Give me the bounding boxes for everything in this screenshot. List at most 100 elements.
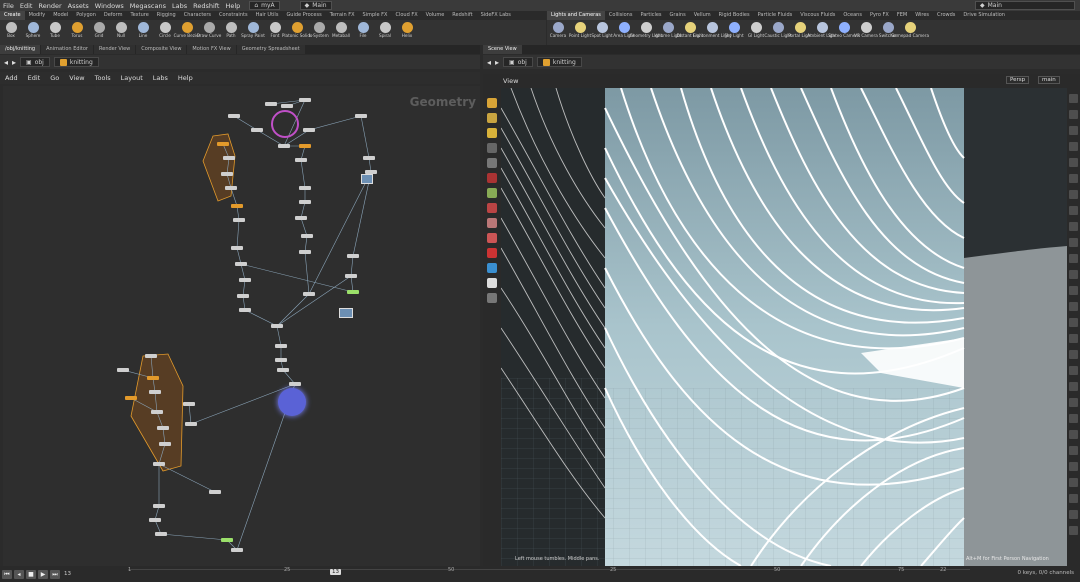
shelf-tab[interactable]: Simple FX	[359, 11, 392, 20]
pane-tab[interactable]: /obj/knitting	[0, 45, 41, 54]
shelf-tool-spiral[interactable]: Spiral	[374, 20, 396, 45]
viewport-tool-icon[interactable]	[487, 113, 497, 123]
network-node[interactable]	[355, 114, 367, 118]
menu-megascans[interactable]: Megascans	[127, 2, 169, 10]
viewport-tool-icon[interactable]	[487, 143, 497, 153]
frame-field[interactable]: 13	[64, 571, 71, 577]
desktop-selector[interactable]: ◆ Main	[299, 1, 332, 10]
shelf-tool-environment-light[interactable]: Environment Light	[693, 20, 731, 45]
network-node[interactable]	[221, 172, 233, 176]
network-editor[interactable]: Geometry	[3, 86, 480, 566]
display-option-icon[interactable]	[1069, 382, 1078, 391]
shelf-tool-gamepad-camera[interactable]: Gamepad Camera	[891, 20, 929, 45]
menu-edit[interactable]: Edit	[17, 2, 36, 10]
display-option-icon[interactable]	[1069, 350, 1078, 359]
shelf-tab[interactable]: Redshift	[448, 11, 476, 20]
network-node[interactable]	[271, 324, 283, 328]
display-option-icon[interactable]	[1069, 446, 1078, 455]
shelf-tab[interactable]: Rigging	[153, 11, 180, 20]
network-node[interactable]	[233, 218, 245, 222]
network-menu-add[interactable]: Add	[0, 74, 23, 82]
path-segment-knitting[interactable]: knitting	[536, 57, 582, 67]
shelf-tab[interactable]: Grains	[666, 11, 690, 20]
network-node[interactable]	[235, 262, 247, 266]
network-node[interactable]	[299, 250, 311, 254]
image-node-thumbnail[interactable]	[361, 174, 373, 184]
shelf-tab[interactable]: Deform	[100, 11, 127, 20]
network-menu-layout[interactable]: Layout	[116, 74, 148, 82]
current-frame-marker[interactable]: 13	[330, 569, 341, 575]
display-option-icon[interactable]	[1069, 206, 1078, 215]
shelf-tool-file[interactable]: File	[352, 20, 374, 45]
shelf-tab[interactable]: Polygon	[72, 11, 100, 20]
network-node[interactable]	[301, 234, 313, 238]
network-node[interactable]	[147, 376, 159, 380]
shelf-tab[interactable]: Viscous Fluids	[796, 11, 839, 20]
shelf-tool-draw-curve[interactable]: Draw Curve	[197, 20, 221, 45]
right-desktop-selector[interactable]: ◆ Main	[975, 1, 1075, 10]
shelf-tool-spot-light[interactable]: Spot Light	[591, 20, 613, 45]
network-node[interactable]	[149, 390, 161, 394]
network-menu-help[interactable]: Help	[173, 74, 198, 82]
stop-icon[interactable]: ■	[26, 569, 36, 579]
view-menu[interactable]: View	[503, 77, 518, 85]
shelf-tool-path[interactable]: Path	[220, 20, 242, 45]
display-option-icon[interactable]	[1069, 110, 1078, 119]
network-node[interactable]	[155, 532, 167, 536]
display-option-icon[interactable]	[1069, 462, 1078, 471]
network-node[interactable]	[237, 294, 249, 298]
menu-windows[interactable]: Windows	[92, 2, 127, 10]
network-node[interactable]	[299, 144, 311, 148]
shelf-tool-curve-bezier[interactable]: Curve Bezier	[174, 20, 200, 45]
network-menu-labs[interactable]: Labs	[148, 74, 173, 82]
network-node[interactable]	[151, 410, 163, 414]
display-option-icon[interactable]	[1069, 334, 1078, 343]
menu-render[interactable]: Render	[35, 2, 64, 10]
pane-tab[interactable]: Composite View	[136, 45, 187, 54]
network-node[interactable]	[347, 290, 359, 294]
network-node[interactable]	[159, 442, 171, 446]
network-node[interactable]	[117, 368, 129, 372]
network-node[interactable]	[299, 200, 311, 204]
image-node-thumbnail[interactable]	[339, 308, 353, 318]
menu-redshift[interactable]: Redshift	[190, 2, 222, 10]
shelf-tab[interactable]: Create	[0, 11, 25, 20]
output-node-ring[interactable]	[278, 388, 306, 416]
path-segment-obj[interactable]: ▣ obj	[503, 57, 533, 67]
shelf-tool-null[interactable]: Null	[110, 20, 132, 45]
display-option-icon[interactable]	[1069, 478, 1078, 487]
shelf-tool-platonic-solids[interactable]: Platonic Solids	[282, 20, 312, 45]
shelf-tab[interactable]: FEM	[893, 11, 911, 20]
network-node[interactable]	[299, 186, 311, 190]
network-node[interactable]	[231, 246, 243, 250]
display-option-icon[interactable]	[1069, 222, 1078, 231]
network-node[interactable]	[225, 186, 237, 190]
pane-tab[interactable]: Render View	[94, 45, 136, 54]
play-icon[interactable]: ▶	[38, 569, 48, 579]
display-option-icon[interactable]	[1069, 430, 1078, 439]
path-segment-obj[interactable]: ▣ obj	[20, 57, 50, 67]
network-node[interactable]	[231, 204, 243, 208]
shelf-tab[interactable]: SideFX Labs	[477, 11, 515, 20]
shelf-tool-camera[interactable]: Camera	[547, 20, 569, 45]
display-option-icon[interactable]	[1069, 126, 1078, 135]
path-segment-knitting[interactable]: knitting	[53, 57, 99, 67]
menu-help[interactable]: Help	[222, 2, 243, 10]
viewport-tool-icon[interactable]	[487, 128, 497, 138]
network-node[interactable]	[365, 170, 377, 174]
shelf-tab[interactable]: Model	[49, 11, 72, 20]
menu-labs[interactable]: Labs	[169, 2, 190, 10]
display-option-icon[interactable]	[1069, 190, 1078, 199]
scene-file-selector[interactable]: ⌂ myA	[249, 1, 280, 10]
network-node[interactable]	[228, 114, 240, 118]
viewport-tool-icon[interactable]	[487, 98, 497, 108]
network-node[interactable]	[185, 422, 197, 426]
display-option-icon[interactable]	[1069, 414, 1078, 423]
shelf-tool-tube[interactable]: Tube	[44, 20, 66, 45]
display-option-icon[interactable]	[1069, 254, 1078, 263]
network-node[interactable]	[295, 158, 307, 162]
network-node[interactable]	[289, 382, 301, 386]
network-node[interactable]	[209, 490, 221, 494]
network-node[interactable]	[217, 142, 229, 146]
pane-tab-scene-view[interactable]: Scene View	[483, 45, 522, 54]
